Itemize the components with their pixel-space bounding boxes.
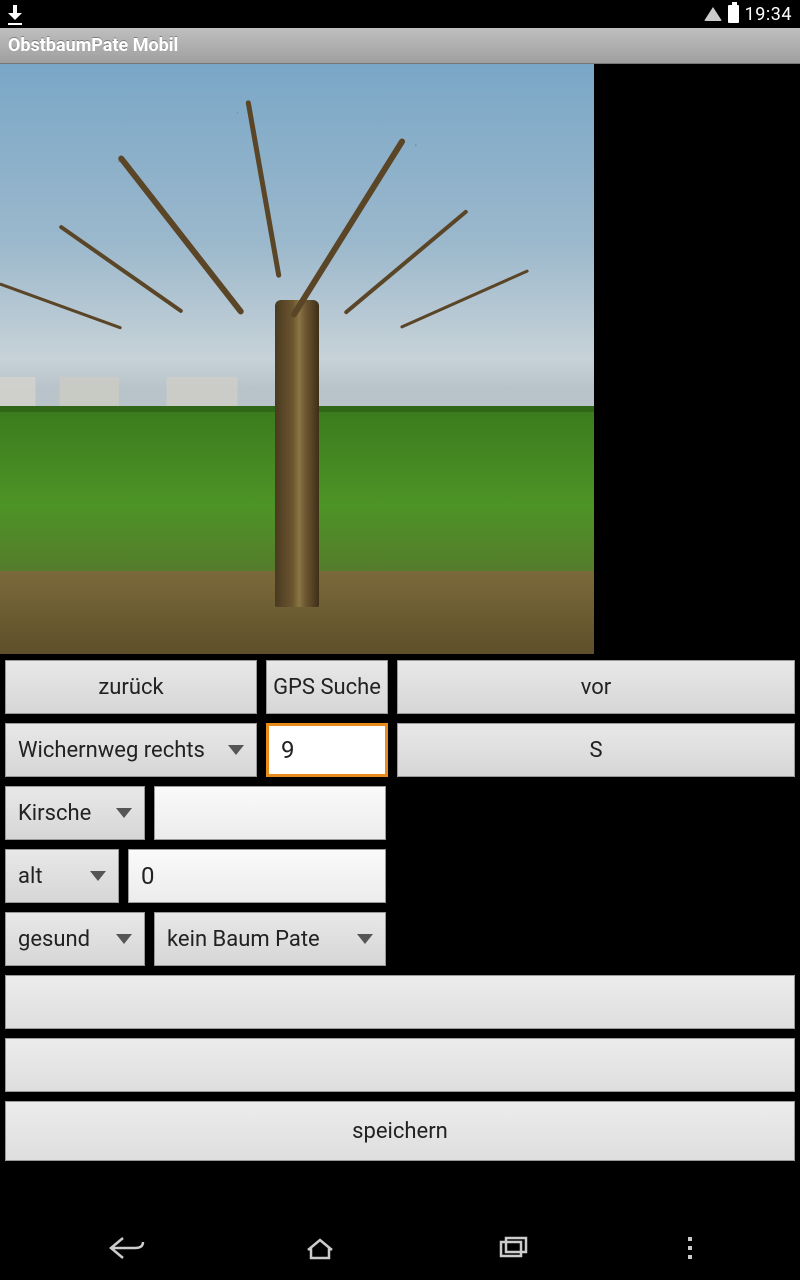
nav-home-button[interactable] — [292, 1228, 348, 1268]
health-value: gesund — [18, 927, 90, 952]
forward-button-label: vor — [581, 675, 612, 700]
back-button[interactable]: zurück — [5, 660, 257, 714]
tree-number-input[interactable]: 9 — [266, 723, 388, 777]
chevron-down-icon — [228, 745, 244, 755]
status-clock: 19:34 — [745, 4, 792, 25]
note-input-2[interactable] — [5, 1038, 795, 1092]
location-value: Wichernweg rechts — [18, 738, 205, 763]
system-nav-bar — [0, 1216, 800, 1280]
chevron-down-icon — [90, 871, 106, 881]
species-value: Kirsche — [18, 801, 91, 826]
age-value: alt — [18, 864, 43, 889]
quantity-value: 0 — [141, 862, 155, 890]
battery-icon — [728, 5, 739, 23]
age-spinner[interactable]: alt — [5, 849, 119, 903]
app-title-bar: ObstbaumPate Mobil — [0, 28, 800, 64]
save-button[interactable]: speichern — [5, 1101, 795, 1161]
nav-recent-button[interactable] — [485, 1228, 541, 1268]
wifi-icon — [704, 7, 722, 21]
chevron-down-icon — [116, 934, 132, 944]
forward-button[interactable]: vor — [397, 660, 795, 714]
health-spinner[interactable]: gesund — [5, 912, 145, 966]
s-button[interactable]: S — [397, 723, 795, 777]
gps-search-label: GPS Suche — [273, 675, 381, 700]
photo-area — [0, 64, 800, 654]
menu-dot-icon — [688, 1246, 692, 1250]
quantity-input[interactable]: 0 — [128, 849, 386, 903]
gps-search-button[interactable]: GPS Suche — [266, 660, 388, 714]
menu-dot-icon — [688, 1255, 692, 1259]
chevron-down-icon — [116, 808, 132, 818]
location-spinner[interactable]: Wichernweg rechts — [5, 723, 257, 777]
sponsor-value: kein Baum Pate — [167, 927, 320, 952]
app-title: ObstbaumPate Mobil — [8, 35, 178, 56]
save-button-label: speichern — [352, 1119, 448, 1144]
species-spinner[interactable]: Kirsche — [5, 786, 145, 840]
status-bar: 19:34 — [0, 0, 800, 28]
sponsor-spinner[interactable]: kein Baum Pate — [154, 912, 386, 966]
chevron-down-icon — [357, 934, 373, 944]
s-button-label: S — [589, 738, 602, 763]
download-icon — [8, 5, 22, 23]
form-panel: zurück GPS Suche vor Wichernweg rechts 9… — [0, 654, 800, 1216]
back-button-label: zurück — [98, 675, 163, 700]
nav-menu-button[interactable] — [678, 1237, 702, 1259]
tree-number-value: 9 — [281, 736, 295, 764]
nav-back-button[interactable] — [99, 1228, 155, 1268]
tree-photo[interactable] — [0, 64, 594, 654]
note-input-1[interactable] — [5, 975, 795, 1029]
menu-dot-icon — [688, 1237, 692, 1241]
variety-input[interactable] — [154, 786, 386, 840]
